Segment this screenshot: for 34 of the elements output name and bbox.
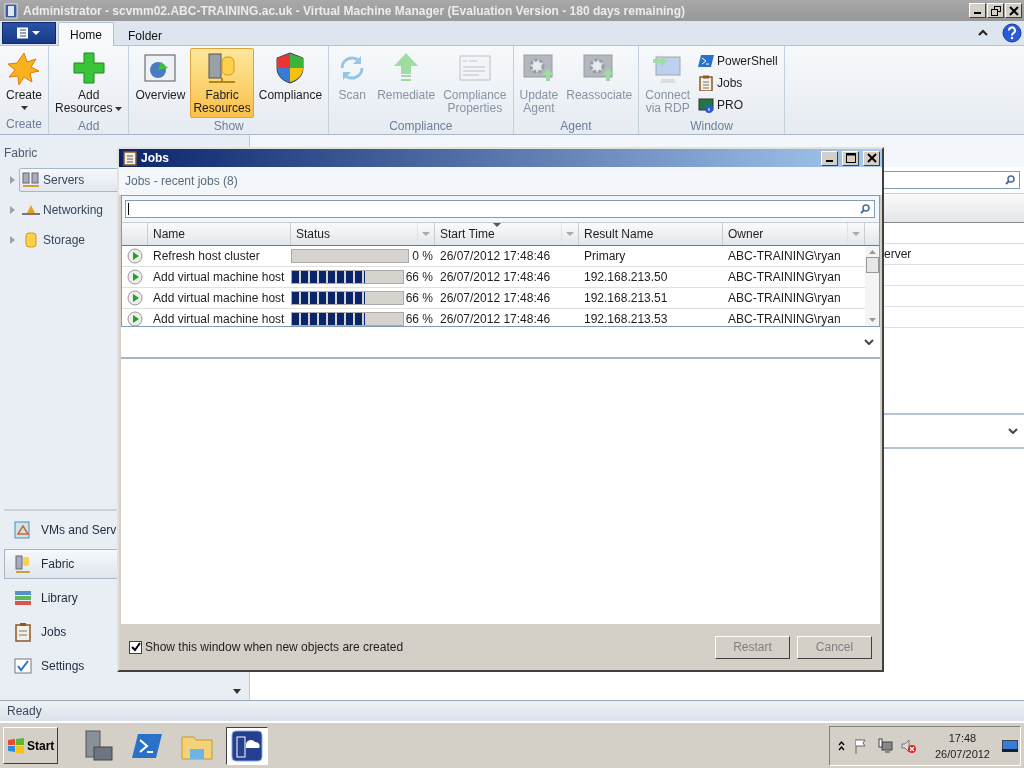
group-label: Create (5, 116, 44, 133)
progress-text: 0 % (411, 249, 434, 263)
group-label: Window (689, 118, 734, 134)
table-cell-text: ABC-TRAINING\ryan (727, 312, 842, 326)
table-cell-text: Refresh host cluster (152, 249, 261, 263)
table-cell-text: 26/07/2012 17:48:46 (439, 270, 552, 284)
progress-text: 66 % (405, 291, 434, 305)
table-cell-text: 192.168.213.50 (583, 270, 669, 284)
group-label: Agent (559, 118, 593, 134)
progress-text: 66 % (405, 270, 434, 284)
clock-time: 17:48 (948, 730, 977, 746)
window-title: Administrator - scvmm02.ABC-TRAINING.ac.uk - Virtual Machine Manager (Evaluation Version - 180 days remaining) (23, 3, 686, 18)
table-cell-text: erver (884, 247, 913, 261)
table-cell-text: 192.168.213.53 (583, 312, 669, 326)
table-cell-text: 192.168.213.51 (583, 291, 669, 305)
table-cell-text: Add virtual machine host (152, 291, 286, 305)
dialog-title: Jobs (141, 151, 169, 165)
clock-date: 26/07/2012 (934, 746, 990, 762)
table-cell-text: ABC-TRAINING\ryan (727, 249, 842, 263)
table-cell-text: ABC-TRAINING\ryan (727, 270, 842, 284)
table-cell-text: Primary (583, 249, 627, 263)
status-text: Ready (7, 704, 42, 718)
group-label: Add (77, 118, 101, 134)
table-cell-text: 26/07/2012 17:48:46 (439, 249, 552, 263)
table-cell-text: ABC-TRAINING\ryan (727, 291, 842, 305)
progress-text: 66 % (405, 312, 434, 326)
pane-title: Fabric (3, 145, 39, 162)
table-cell-text: Add virtual machine host (152, 270, 286, 284)
dialog-heading: Jobs - recent jobs (8) (125, 174, 238, 188)
table-cell-text: Add virtual machine host (152, 312, 286, 326)
table-cell-text: 26/07/2012 17:48:46 (439, 291, 552, 305)
table-cell-text: 26/07/2012 17:48:46 (439, 312, 552, 326)
group-label: Compliance (388, 118, 454, 134)
group-label: Show (212, 118, 245, 134)
